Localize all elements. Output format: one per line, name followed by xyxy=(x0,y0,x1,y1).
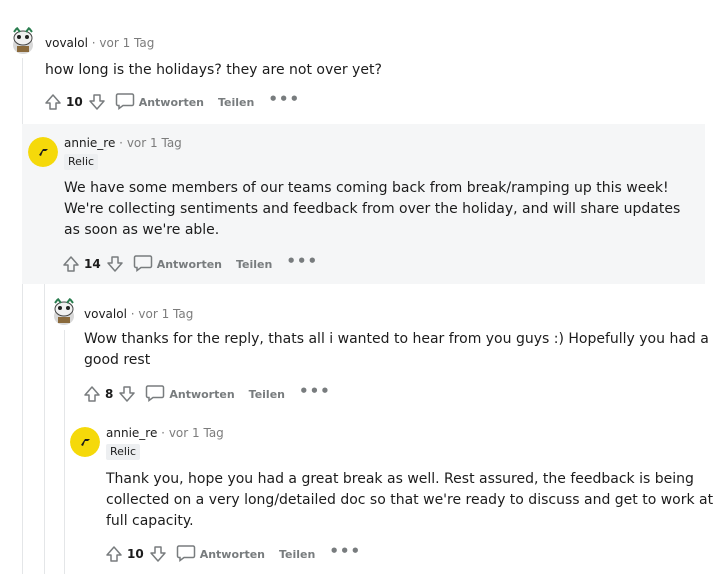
comment-meta: annie_re · vor 1 Tag xyxy=(106,426,224,440)
timestamp[interactable]: vor 1 Tag xyxy=(127,136,182,150)
comment-body: We have some members of our teams coming… xyxy=(64,180,681,238)
comment-actions: 8 Antworten Teilen ••• xyxy=(82,382,331,406)
downvote-icon[interactable] xyxy=(148,544,168,564)
username[interactable]: annie_re xyxy=(106,426,157,440)
timestamp[interactable]: vor 1 Tag xyxy=(169,426,224,440)
snoo-avatar-icon[interactable] xyxy=(8,26,38,56)
vote-score: 10 xyxy=(127,547,144,561)
comment-bubble-icon xyxy=(145,384,165,405)
reply-label: Antworten xyxy=(199,547,265,561)
downvote-icon[interactable] xyxy=(105,254,125,274)
more-options-button[interactable]: ••• xyxy=(286,252,318,270)
more-options-button[interactable]: ••• xyxy=(299,382,331,400)
meta-separator: · xyxy=(161,426,165,440)
comment-body: Wow thanks for the reply, thats all i wa… xyxy=(84,331,709,368)
relic-logo-icon[interactable] xyxy=(70,427,100,457)
timestamp[interactable]: vor 1 Tag xyxy=(99,36,154,50)
reply-button[interactable]: Antworten xyxy=(145,384,235,405)
meta-separator: · xyxy=(119,136,123,150)
downvote-icon[interactable] xyxy=(117,384,137,404)
comment-actions: 10 Antworten Teilen ••• xyxy=(43,90,300,114)
share-button[interactable]: Teilen xyxy=(236,258,272,271)
comment-meta: annie_re · vor 1 Tag xyxy=(64,136,182,150)
meta-separator: · xyxy=(91,36,96,50)
downvote-icon[interactable] xyxy=(87,92,107,112)
relic-logo-icon[interactable] xyxy=(28,137,58,167)
upvote-icon[interactable] xyxy=(61,254,81,274)
more-options-button[interactable]: ••• xyxy=(329,542,361,560)
username[interactable]: annie_re xyxy=(64,136,115,150)
comment-body: how long is the holidays? they are not o… xyxy=(45,62,382,78)
comment-meta: vovalol · vor 1 Tag xyxy=(84,307,193,321)
comment-3: vovalol · vor 1 Tag Wow thanks for the r… xyxy=(44,284,728,418)
vote-score: 8 xyxy=(105,387,114,401)
reply-label: Antworten xyxy=(138,95,204,109)
upvote-icon[interactable] xyxy=(43,92,63,112)
username[interactable]: vovalol xyxy=(45,36,88,50)
comment-actions: 14 Antworten Teilen ••• xyxy=(61,252,318,276)
reply-button[interactable]: Antworten xyxy=(176,544,265,565)
comment-4: annie_re · vor 1 Tag Relic Thank you, ho… xyxy=(64,418,728,574)
comment-bubble-icon xyxy=(176,544,196,565)
user-flair: Relic xyxy=(106,444,141,460)
reply-button[interactable]: Antworten xyxy=(133,254,222,275)
snoo-avatar-icon[interactable] xyxy=(49,297,79,327)
comment-1: vovalol · vor 1 Tag how long is the holi… xyxy=(0,0,728,124)
comment-meta: vovalol · vor 1 Tag xyxy=(45,36,154,50)
username[interactable]: vovalol xyxy=(84,307,127,321)
upvote-icon[interactable] xyxy=(82,384,102,404)
reply-label: Antworten xyxy=(169,387,235,401)
comment-bubble-icon xyxy=(133,254,153,275)
timestamp[interactable]: vor 1 Tag xyxy=(138,307,193,321)
vote-score: 14 xyxy=(84,257,101,271)
upvote-icon[interactable] xyxy=(104,544,124,564)
comment-bubble-icon xyxy=(115,92,135,113)
more-options-button[interactable]: ••• xyxy=(268,90,300,108)
comment-2: annie_re · vor 1 Tag Relic We have some … xyxy=(22,124,705,284)
share-button[interactable]: Teilen xyxy=(218,96,254,109)
comment-body: Thank you, hope you had a great break as… xyxy=(106,471,714,529)
share-button[interactable]: Teilen xyxy=(279,548,315,561)
comment-actions: 10 Antworten Teilen ••• xyxy=(104,542,361,566)
vote-score: 10 xyxy=(66,95,83,109)
meta-separator: · xyxy=(130,307,135,321)
share-button[interactable]: Teilen xyxy=(249,388,285,401)
user-flair: Relic xyxy=(64,154,99,170)
reply-label: Antworten xyxy=(156,257,222,271)
reply-button[interactable]: Antworten xyxy=(115,92,204,113)
